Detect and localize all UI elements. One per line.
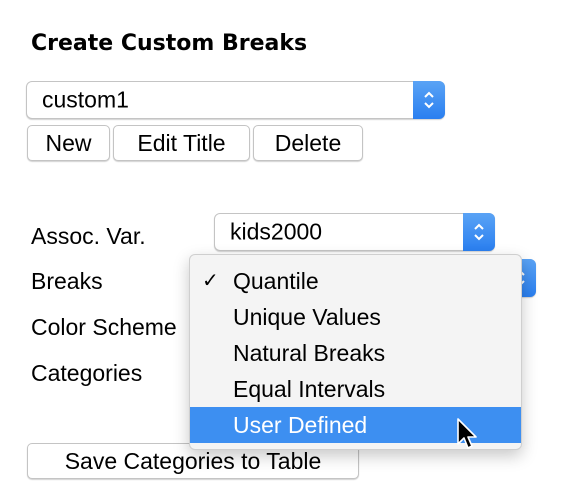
chevron-up-down-icon <box>463 213 495 251</box>
new-button[interactable]: New <box>27 125 110 161</box>
edit-title-button[interactable]: Edit Title <box>113 125 250 161</box>
checkmark-icon: ✓ <box>202 270 219 292</box>
arrow-cursor-icon <box>457 418 477 449</box>
menu-item-natural-breaks[interactable]: Natural Breaks <box>190 335 521 371</box>
color-scheme-label: Color Scheme <box>31 314 177 340</box>
assoc-var-select-value: kids2000 <box>230 218 323 245</box>
chevron-up-down-icon <box>413 81 445 119</box>
menu-item-label: Quantile <box>233 268 319 294</box>
menu-item-quantile[interactable]: ✓ Quantile <box>190 263 521 299</box>
custom-breaks-select-value: custom1 <box>42 86 129 113</box>
menu-item-label: Natural Breaks <box>233 340 386 366</box>
custom-breaks-panel: Create Custom Breaks custom1 New Edit Ti… <box>0 0 566 500</box>
menu-item-label: Equal Intervals <box>233 376 386 402</box>
menu-item-unique-values[interactable]: Unique Values <box>190 299 521 335</box>
menu-item-equal-intervals[interactable]: Equal Intervals <box>190 371 521 407</box>
categories-label: Categories <box>31 360 143 386</box>
section-title: Create Custom Breaks <box>31 31 308 56</box>
delete-button[interactable]: Delete <box>253 125 363 161</box>
assoc-var-select[interactable]: kids2000 <box>214 213 495 251</box>
menu-item-label: Unique Values <box>233 304 381 330</box>
assoc-var-label: Assoc. Var. <box>31 223 146 249</box>
breaks-label: Breaks <box>31 268 103 294</box>
menu-item-label: User Defined <box>233 412 368 438</box>
custom-breaks-select[interactable]: custom1 <box>26 81 445 119</box>
